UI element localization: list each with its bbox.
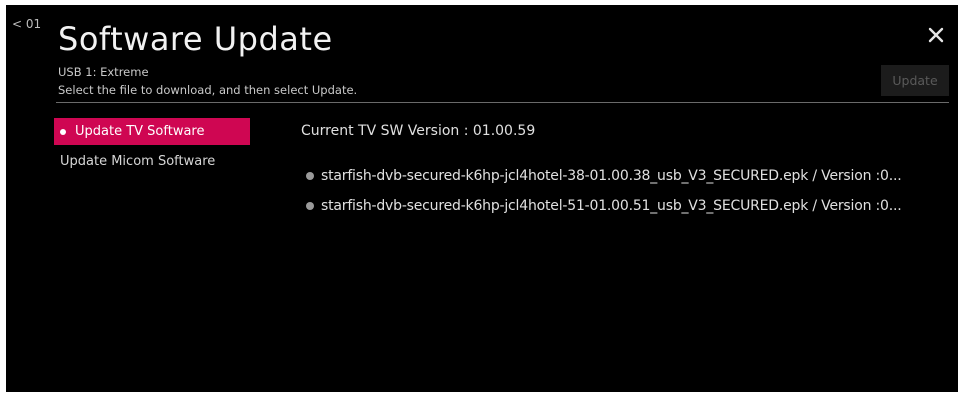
file-option[interactable]: starfish-dvb-secured-k6hp-jcl4hotel-51-0… [306,195,946,217]
file-option-label: starfish-dvb-secured-k6hp-jcl4hotel-51-0… [321,198,902,214]
current-version-text: Current TV SW Version : 01.00.59 [301,123,536,139]
radio-icon [306,202,314,210]
instruction-text: Select the file to download, and then se… [58,83,358,97]
sidebar-item-update-tv-software[interactable]: Update TV Software [54,118,250,145]
close-icon [928,27,944,43]
sidebar-item-label: Update TV Software [75,124,205,139]
file-option[interactable]: starfish-dvb-secured-k6hp-jcl4hotel-38-0… [306,165,946,187]
usb-source-label: USB 1: Extreme [58,65,149,79]
sidebar-item-label: Update Micom Software [60,154,216,169]
close-button[interactable] [924,23,948,47]
file-option-label: starfish-dvb-secured-k6hp-jcl4hotel-38-0… [321,168,902,184]
back-button[interactable]: < 01 [12,17,41,31]
radio-icon [306,172,314,180]
update-button[interactable]: Update [881,65,949,96]
header-divider [56,102,949,103]
sidebar-item-update-micom-software[interactable]: Update Micom Software [54,148,250,175]
selected-dot-icon [60,128,66,135]
page-title: Software Update [58,20,333,58]
tv-screen: < 01 Software Update USB 1: Extreme Sele… [6,5,958,392]
